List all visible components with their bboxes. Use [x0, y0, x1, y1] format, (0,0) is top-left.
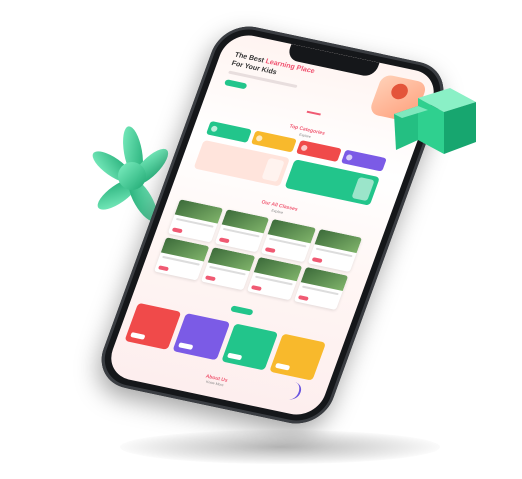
class-card[interactable]: [214, 209, 270, 253]
class-card[interactable]: [246, 256, 302, 301]
class-card[interactable]: [293, 266, 349, 311]
class-card[interactable]: [167, 199, 223, 243]
green-cube-icon: [394, 88, 476, 154]
phone-shadow: [120, 430, 440, 464]
hero-pager[interactable]: [306, 110, 321, 116]
view-more-button[interactable]: [229, 305, 254, 316]
hero-cta-button[interactable]: [223, 79, 248, 90]
class-card[interactable]: [307, 228, 363, 273]
class-card[interactable]: [153, 237, 209, 281]
promo-card-yellow[interactable]: [268, 333, 327, 381]
scene: The Best Learning Place For Your Kids To…: [0, 0, 522, 479]
class-card[interactable]: [260, 218, 316, 263]
promo-card-purple[interactable]: [172, 313, 230, 361]
class-card[interactable]: [200, 247, 256, 291]
promo-card-green[interactable]: [220, 323, 278, 371]
promo-card-red[interactable]: [124, 302, 182, 350]
